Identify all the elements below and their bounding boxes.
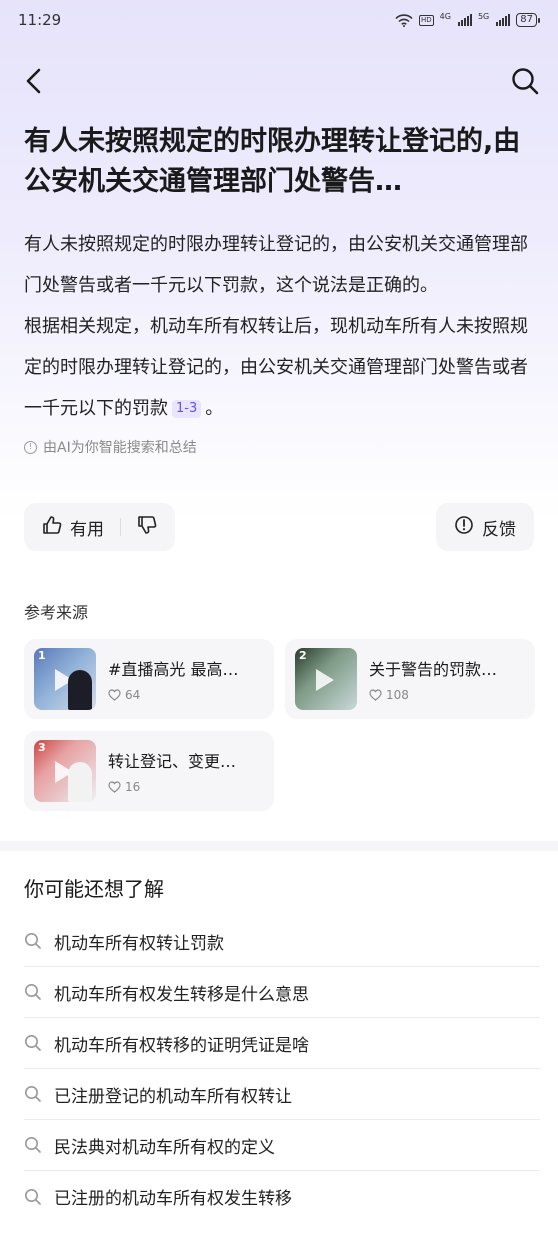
related-item-label: 机动车所有权转让罚款 xyxy=(54,933,224,954)
related-item[interactable]: 机动车所有权转让罚款 xyxy=(24,916,540,967)
search-icon xyxy=(25,984,41,1000)
alert-circle-icon xyxy=(454,515,474,540)
top-nav xyxy=(0,40,558,122)
related-item-label: 机动车所有权发生转移是什么意思 xyxy=(54,984,309,1005)
ai-note-text: 由AI为你智能搜索和总结 xyxy=(43,440,197,456)
ai-note: ! 由AI为你智能搜索和总结 xyxy=(0,429,558,457)
video-thumbnail: 1 xyxy=(34,648,96,710)
heart-icon xyxy=(108,781,121,793)
play-icon xyxy=(316,669,334,691)
sources-grid: 1 #直播高光 最高… 64 2 关于警告的罚款… 108 3 转让登记、变更…… xyxy=(0,623,558,811)
answer-paragraph-2-end: 。 xyxy=(205,398,224,419)
info-icon: ! xyxy=(24,440,37,454)
related-item[interactable]: 机动车所有权转移的证明凭证是啥 xyxy=(24,1018,540,1069)
source-card-3[interactable]: 3 转让登记、变更… 16 xyxy=(24,731,274,811)
source-index: 3 xyxy=(38,741,46,754)
likes-count: 64 xyxy=(125,688,141,702)
related-item-label: 机动车所有权转移的证明凭证是啥 xyxy=(54,1035,309,1056)
source-card-2[interactable]: 2 关于警告的罚款… 108 xyxy=(285,639,535,719)
likes-count: 16 xyxy=(125,780,141,794)
source-likes: 108 xyxy=(369,688,497,702)
answer-paragraph-2-text: 根据相关规定，机动车所有权转让后，现机动车所有人未按照规定的时限办理转让登记的，… xyxy=(24,316,528,419)
search-icon[interactable] xyxy=(510,66,540,96)
related-list: 机动车所有权转让罚款 机动车所有权发生转移是什么意思 机动车所有权转移的证明凭证… xyxy=(0,916,558,1222)
signal-icon-2 xyxy=(496,14,511,26)
sources-label: 参考来源 xyxy=(24,603,89,622)
net-4g-label: 4G xyxy=(439,12,451,21)
search-icon xyxy=(25,1188,41,1205)
video-thumbnail: 2 xyxy=(295,648,357,710)
presenter-figure xyxy=(68,762,92,802)
section-divider xyxy=(0,841,558,851)
feedback-row: 有用 反馈 xyxy=(0,503,558,551)
battery-level: 87 xyxy=(516,13,537,27)
answer-paragraph-2: 根据相关规定，机动车所有权转让后，现机动车所有人未按照规定的时限办理转让登记的，… xyxy=(24,306,534,429)
presenter-figure xyxy=(68,670,92,710)
search-icon xyxy=(25,1137,41,1153)
status-bar: 11:29 HD 4G 5G 87 xyxy=(0,0,558,40)
related-item[interactable]: 机动车所有权发生转移是什么意思 xyxy=(24,967,540,1018)
signal-icon xyxy=(457,14,472,26)
likes-count: 108 xyxy=(386,688,409,702)
source-title: 关于警告的罚款… xyxy=(369,660,498,679)
feedback-label: 反馈 xyxy=(482,519,516,540)
status-icons: HD 4G 5G 87 xyxy=(395,13,540,27)
source-title: #直播高光 最高… xyxy=(108,660,239,679)
related-item[interactable]: 已注册的机动车所有权发生转移 xyxy=(24,1171,540,1222)
source-likes: 64 xyxy=(108,688,239,702)
net-5g-label: 5G xyxy=(477,12,490,21)
source-card-1[interactable]: 1 #直播高光 最高… 64 xyxy=(24,639,274,719)
ai-answer: 有人未按照规定的时限办理转让登记的，由公安机关交通管理部门处警告或者一千元以下罚… xyxy=(0,202,558,429)
related-item-label: 已注册的机动车所有权发生转移 xyxy=(54,1189,292,1209)
thumbs-up-icon[interactable] xyxy=(42,515,62,540)
thumbs-down-icon[interactable] xyxy=(137,515,157,540)
source-index: 2 xyxy=(299,649,307,662)
related-item-label: 民法典对机动车所有权的定义 xyxy=(54,1137,275,1158)
pill-divider xyxy=(120,518,121,536)
source-index: 1 xyxy=(38,649,46,662)
useful-button[interactable]: 有用 xyxy=(70,515,104,540)
answer-paragraph-1: 有人未按照规定的时限办理转让登记的，由公安机关交通管理部门处警告或者一千元以下罚… xyxy=(24,234,528,296)
back-icon[interactable] xyxy=(22,66,44,96)
related-item[interactable]: 已注册登记的机动车所有权转让 xyxy=(24,1069,540,1120)
hd-icon: HD xyxy=(419,14,434,26)
useful-pill: 有用 xyxy=(24,503,175,551)
wifi-icon xyxy=(395,13,413,27)
search-icon xyxy=(25,933,41,949)
page-title: 有人未按照规定的时限办理转让登记的,由公安机关交通管理部门处警告… xyxy=(24,126,521,197)
related-item-label: 已注册登记的机动车所有权转让 xyxy=(54,1086,292,1107)
citation-badge[interactable]: 1-3 xyxy=(172,400,202,418)
search-icon xyxy=(25,1086,41,1102)
related-item[interactable]: 民法典对机动车所有权的定义 xyxy=(24,1120,540,1171)
heart-icon xyxy=(369,689,382,701)
source-likes: 16 xyxy=(108,780,236,794)
related-title: 你可能还想了解 xyxy=(24,877,164,901)
battery-icon: 87 xyxy=(516,13,540,27)
source-title: 转让登记、变更… xyxy=(108,752,237,771)
status-time: 11:29 xyxy=(18,11,62,29)
feedback-button[interactable]: 反馈 xyxy=(436,503,534,551)
video-thumbnail: 3 xyxy=(34,740,96,802)
search-icon xyxy=(25,1035,41,1051)
heart-icon xyxy=(108,689,121,701)
